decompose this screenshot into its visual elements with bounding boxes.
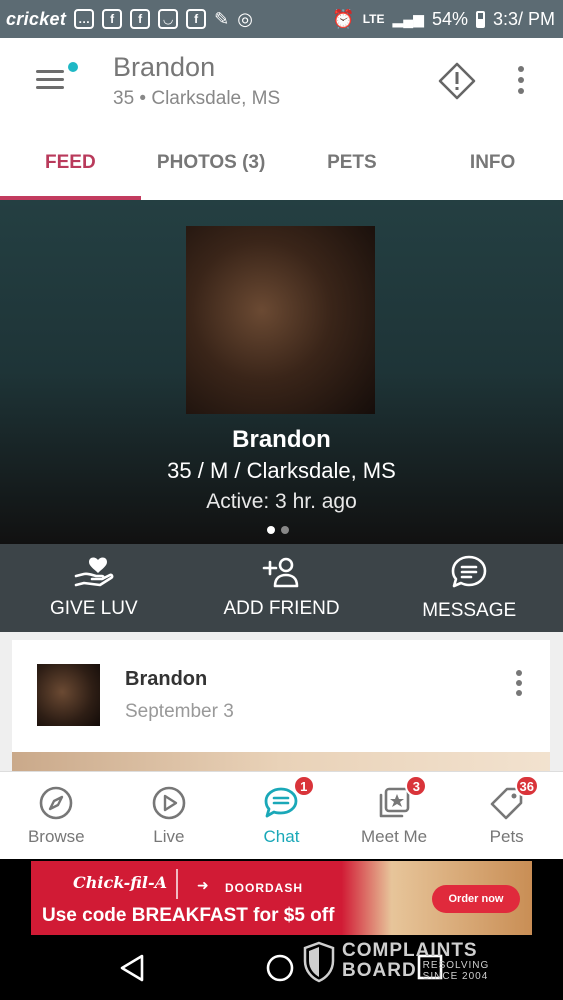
shield-notification-icon: ◡ [158, 9, 179, 29]
add-friend-icon [262, 557, 298, 588]
meet-me-badge: 3 [405, 775, 428, 797]
battery-icon [475, 10, 485, 28]
watermark-line1: COMPLAINTS [342, 940, 478, 961]
message-notification-icon: … [74, 9, 95, 29]
facebook-icon: f [130, 9, 151, 29]
chat-badge: 1 [292, 775, 315, 797]
ad-banner[interactable]: Chick-fil-A ➜ DOORDASH Use code BREAKFAS… [31, 861, 532, 935]
shield-logo-icon [303, 941, 335, 983]
heart-hand-icon [74, 557, 114, 587]
ad-partner: DOORDASH [225, 881, 304, 895]
tab-pets[interactable]: PETS [282, 126, 423, 200]
menu-icon[interactable] [36, 70, 64, 90]
nav-browse-label: Browse [27, 827, 85, 846]
feather-icon: ✎ [214, 8, 230, 29]
nav-meet-me[interactable]: Meet Me 3 [338, 772, 451, 860]
watermark: COMPLAINTS BOARD RESOLVING SINCE 2004 [302, 937, 489, 987]
nav-live[interactable]: Live [113, 772, 226, 860]
ad-text: Use code BREAKFAST for $5 off [42, 905, 335, 926]
tab-photos[interactable]: PHOTOS (3) [141, 126, 282, 200]
add-friend-label: ADD FRIEND [223, 598, 340, 619]
app-bar: Brandon 35 • Clarksdale, MS [0, 38, 563, 126]
post-author[interactable]: Brandon [125, 668, 207, 691]
play-icon [152, 786, 186, 820]
give-luv-label: GIVE LUV [50, 598, 138, 619]
post-image[interactable] [12, 752, 550, 772]
message-label: MESSAGE [422, 600, 517, 621]
alarm-icon: ⏰ [332, 8, 355, 29]
notification-dot [68, 62, 78, 72]
nav-chat-label: Chat [263, 827, 300, 846]
watermark-tag2: SINCE 2004 [422, 971, 489, 982]
ad-divider [176, 869, 178, 899]
doordash-icon: ➜ [197, 877, 209, 893]
pets-badge: 36 [514, 775, 540, 797]
ad-cta-button[interactable]: Order now [432, 885, 520, 913]
tab-info[interactable]: INFO [422, 126, 563, 200]
ad-banner-area: Chick-fil-A ➜ DOORDASH Use code BREAKFAS… [0, 859, 563, 937]
give-luv-button[interactable]: GIVE LUV [0, 544, 188, 632]
more-options-icon[interactable] [513, 66, 529, 96]
network-label: LTE [362, 12, 385, 26]
profile-tabs: FEED PHOTOS (3) PETS INFO [0, 126, 563, 200]
nav-pets-label: Pets [489, 827, 524, 846]
profile-details: 35 / M / Clarksdale, MS [167, 458, 396, 483]
profile-name: Brandon [232, 426, 331, 453]
profile-active-status: Active: 3 hr. ago [206, 490, 357, 513]
facebook-icon: f [102, 9, 123, 29]
tab-feed[interactable]: FEED [0, 126, 141, 200]
nav-meet-me-label: Meet Me [361, 827, 428, 846]
page-subtitle: 35 • Clarksdale, MS [113, 88, 281, 109]
profile-photo[interactable] [186, 226, 375, 414]
nav-pets[interactable]: Pets 36 [450, 772, 563, 860]
post-date: September 3 [125, 701, 234, 722]
battery-percent: 54% [431, 8, 468, 29]
system-navigation: COMPLAINTS BOARD RESOLVING SINCE 2004 [0, 937, 563, 1000]
watermark-tag1: RESOLVING [422, 960, 490, 971]
post-author-avatar[interactable] [37, 664, 100, 726]
carrier-label: cricket [6, 8, 67, 29]
bottom-navigation: Browse Live Chat 1 Meet Me 3 Pets 36 [0, 771, 563, 860]
page-title: Brandon [113, 52, 216, 82]
carousel-indicator [267, 526, 289, 534]
ad-brand: Chick-fil-A [73, 873, 168, 892]
message-icon [451, 555, 487, 588]
carousel-dot[interactable] [281, 526, 289, 534]
nav-live-label: Live [153, 827, 185, 846]
profile-actions: GIVE LUV ADD FRIEND MESSAGE [0, 544, 563, 632]
compass-icon [39, 786, 73, 820]
message-button[interactable]: MESSAGE [375, 544, 563, 632]
watermark-line2: BOARD [342, 960, 417, 981]
home-icon[interactable] [265, 953, 295, 983]
carousel-dot[interactable] [267, 526, 275, 534]
post-more-options-icon[interactable] [514, 670, 524, 700]
nav-chat[interactable]: Chat 1 [225, 772, 338, 860]
signal-icon: ▂▄▆ [392, 10, 424, 27]
report-icon[interactable] [438, 62, 476, 100]
nav-browse[interactable]: Browse [0, 772, 113, 860]
status-bar: cricket … f f ◡ f ✎ ◎ ⏰ LTE ▂▄▆ 54% 3:3/… [0, 0, 563, 38]
profile-header: Brandon 35 / M / Clarksdale, MS Active: … [0, 200, 563, 544]
clock: 3:3/ PM [492, 8, 555, 29]
back-icon[interactable] [118, 953, 148, 983]
facebook-icon: f [186, 9, 207, 29]
target-icon: ◎ [237, 8, 253, 29]
add-friend-button[interactable]: ADD FRIEND [188, 544, 376, 632]
